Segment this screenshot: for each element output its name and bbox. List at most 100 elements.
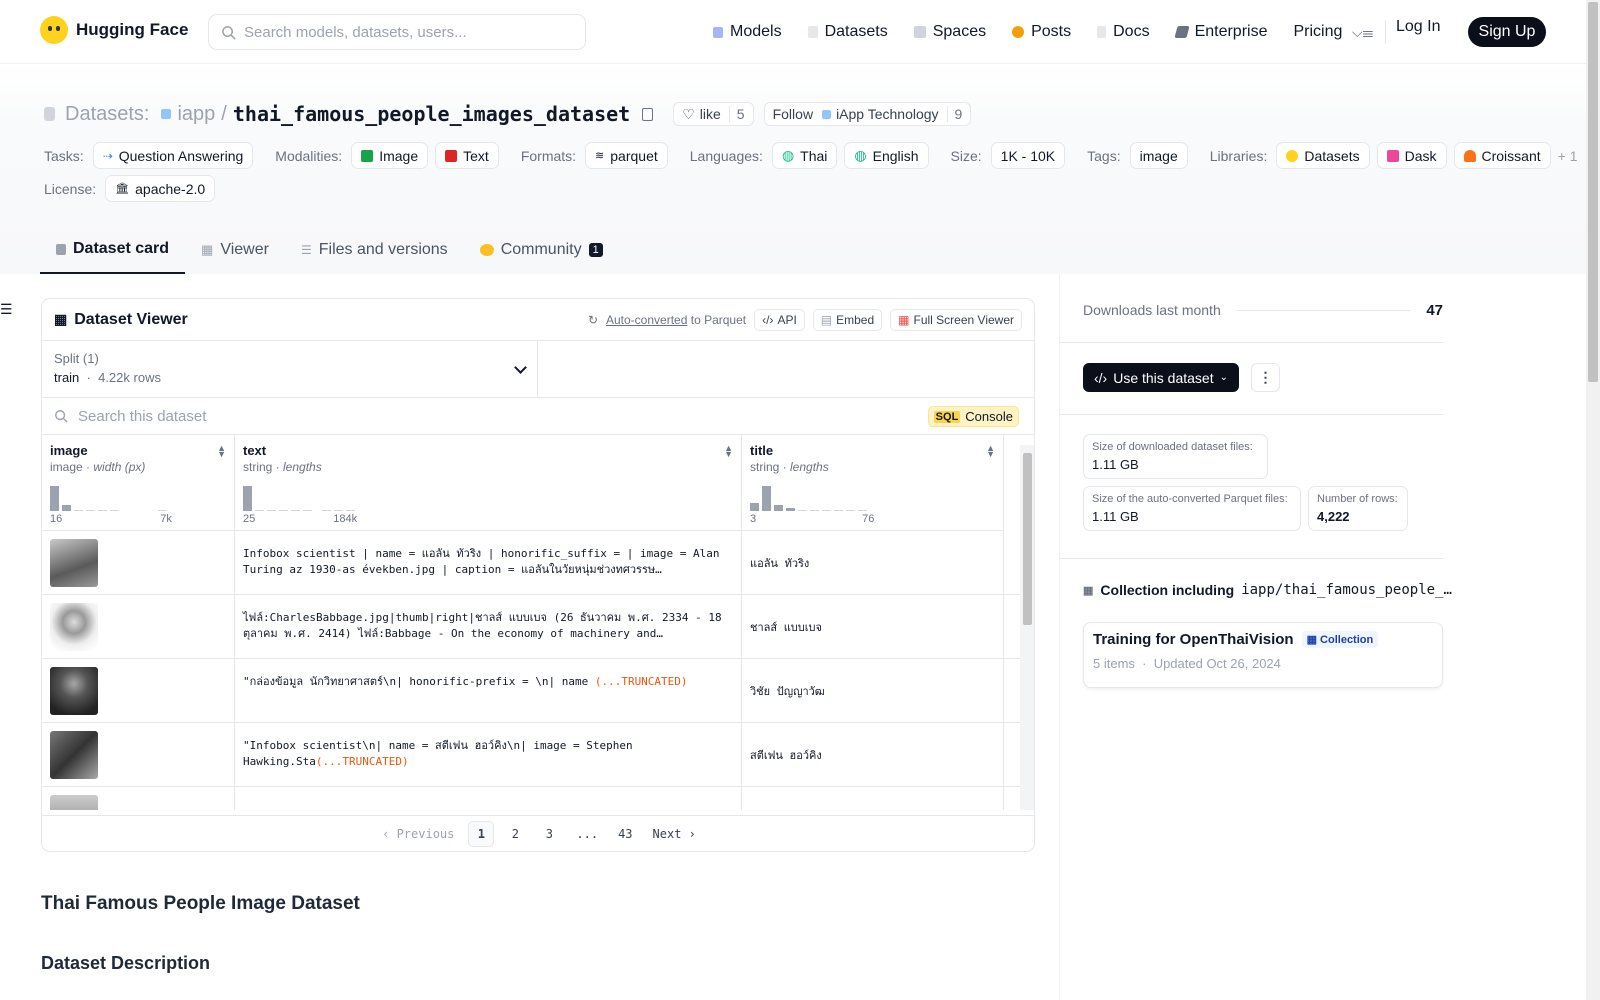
nav-enterprise[interactable]: Enterprise [1163, 23, 1281, 41]
text-cell[interactable]: "Infobox scientist\n| name = สตีเฟน ฮอว์… [235, 723, 742, 787]
owner-link[interactable]: iapp [177, 103, 215, 126]
page-3[interactable]: 3 [536, 821, 562, 847]
sort-icon[interactable]: ▲ ▼ [724, 444, 733, 459]
page-scrollbar[interactable] [1586, 0, 1600, 1000]
nav-posts[interactable]: Posts [999, 23, 1084, 41]
nav-docs[interactable]: Docs [1084, 23, 1162, 41]
tag-parquet[interactable]: ≋ parquet [585, 142, 668, 169]
pagination: ‹ Previous 1 2 3 ... 43 Next › [42, 815, 1034, 851]
text-cell[interactable]: ไฟล์:CharlesBabbage.jpg|thumb|right|ชาลส… [235, 595, 742, 659]
downloads-sparkline [1236, 309, 1411, 311]
like-button[interactable]: ♡ like 5 [673, 102, 754, 126]
collection-card[interactable]: Training for OpenThaiVision ▦ Collection … [1083, 622, 1443, 688]
person-photo-thumbnail[interactable] [50, 731, 98, 779]
person-photo-thumbnail[interactable] [50, 667, 98, 715]
cube-icon [56, 243, 66, 255]
size-parquet-box: Size of the auto-converted Parquet files… [1083, 486, 1301, 531]
repo-name[interactable]: thai_famous_people_images_dataset [233, 102, 630, 126]
global-search [208, 14, 586, 50]
tab-viewer[interactable]: ▦ Viewer [185, 226, 285, 274]
auto-converted-link[interactable]: Auto-converted [606, 313, 687, 327]
sql-console-button[interactable]: SQL Console [927, 406, 1019, 427]
tag-datasets-lib[interactable]: Datasets [1276, 142, 1370, 169]
person-photo-thumbnail[interactable] [50, 603, 98, 651]
previous-page-button[interactable]: ‹ Previous [376, 821, 460, 847]
tag-task[interactable]: ⇢ Question Answering [92, 142, 254, 169]
sort-icon[interactable]: ▲ ▼ [986, 444, 995, 459]
sort-icon[interactable]: ▲ ▼ [217, 444, 226, 459]
page-2[interactable]: 2 [502, 821, 528, 847]
tab-community[interactable]: Community 1 [464, 226, 619, 274]
copy-icon[interactable] [642, 107, 654, 121]
api-button[interactable]: ‹/› API [754, 308, 805, 331]
column-name: text [243, 443, 267, 458]
table-row[interactable]: "Infobox scientist\n| name = สตีเฟน ฮอว์… [42, 723, 1020, 787]
nav-pricing[interactable]: Pricing [1280, 23, 1355, 41]
tag-croissant[interactable]: Croissant [1453, 142, 1551, 169]
tag-label: Image [379, 147, 419, 164]
search-input[interactable] [244, 23, 574, 41]
text-cell[interactable]: Infobox scientist | name = แอลัน ทัวริง … [235, 531, 742, 595]
table-row[interactable]: "กล่องข้อมูล นักวิทยาศาสตร์\n| honorific… [42, 659, 1020, 723]
tag-label: Text [463, 147, 489, 164]
follow-button[interactable]: Follow iApp Technology 9 [763, 102, 972, 126]
dataset-search-input[interactable]: Search this dataset [78, 408, 206, 425]
size-label: Size: [950, 147, 982, 164]
follow-org: iApp Technology [836, 106, 939, 122]
database-icon [44, 107, 55, 121]
fullscreen-button[interactable]: ▦ Full Screen Viewer [890, 308, 1022, 331]
column-header-title[interactable]: title string · lengths 3 76 ▲ ▼ [742, 435, 1004, 531]
title-cell[interactable]: แอลัน ทัวริง [742, 531, 1004, 595]
downloads-label: Downloads last month [1083, 302, 1221, 318]
tag-text[interactable]: Text [435, 142, 499, 169]
embed-button[interactable]: ▤ Embed [812, 308, 883, 331]
title-cell[interactable]: วิชัย ปัญญาวัฒ [742, 659, 1004, 723]
section-label[interactable]: Datasets: [65, 103, 149, 126]
follow-count: 9 [946, 106, 962, 122]
nav-datasets[interactable]: Datasets [795, 23, 901, 41]
tag-label: Datasets [1304, 147, 1360, 164]
toc-toggle-icon[interactable]: ☰ [0, 301, 13, 318]
globe-icon: ◍ [781, 147, 795, 163]
title-cell[interactable]: ชาลส์ แบบเบจ [742, 595, 1004, 659]
person-photo-thumbnail[interactable] [50, 795, 98, 810]
nav-spaces[interactable]: Spaces [901, 23, 999, 41]
title-cell[interactable]: สตีเฟน ฮอว์คิง [742, 723, 1004, 787]
brand-logo[interactable]: Hugging Face [40, 16, 188, 44]
tag-license[interactable]: 🏛︎ apache-2.0 [105, 175, 216, 202]
nav-models[interactable]: Models [700, 23, 795, 41]
nav-label: Models [730, 23, 782, 40]
tag-thai[interactable]: ◍ Thai [771, 142, 838, 169]
tag-image-tag[interactable]: image [1129, 142, 1188, 169]
enterprise-icon [1173, 26, 1190, 38]
tag-english[interactable]: ◍ English [844, 142, 929, 169]
tab-files[interactable]: ☰ Files and versions [285, 226, 464, 274]
more-menu-icon[interactable]: ⌵☰ [1352, 24, 1373, 41]
downloads-stat: Downloads last month 47 [1083, 298, 1443, 322]
more-tags[interactable]: + 1 [1558, 148, 1578, 164]
more-options-button[interactable]: ⋮ [1251, 363, 1280, 392]
page-1[interactable]: 1 [468, 820, 495, 847]
column-header-text[interactable]: text string · lengths 25 184k ▲ ▼ [235, 435, 742, 531]
page-ellipsis: ... [576, 826, 599, 841]
tag-image[interactable]: Image [351, 142, 429, 169]
next-page-button[interactable]: Next › [647, 821, 702, 847]
table-scrollbar[interactable] [1020, 445, 1034, 810]
tag-dask[interactable]: Dask [1376, 142, 1447, 169]
like-count: 5 [728, 106, 745, 122]
use-dataset-button[interactable]: ‹/› Use this dataset ⌄ [1083, 363, 1239, 392]
signup-button[interactable]: Sign Up [1468, 17, 1546, 47]
table-row[interactable]: Infobox scientist | name = แอลัน ทัวริง … [42, 531, 1020, 595]
table-row[interactable]: ไฟล์:CharlesBabbage.jpg|thumb|right|ชาลส… [42, 595, 1020, 659]
table-row[interactable] [42, 787, 1020, 810]
text-cell[interactable]: "กล่องข้อมูล นักวิทยาศาสตร์\n| honorific… [235, 659, 742, 723]
community-icon [479, 244, 494, 256]
tag-size[interactable]: 1K - 10K [990, 142, 1066, 169]
login-button[interactable]: Log In [1396, 18, 1440, 36]
person-photo-thumbnail[interactable] [50, 539, 98, 587]
column-header-image[interactable]: image image · width (px) 16 7k ▲ ▼ [42, 435, 235, 531]
split-select[interactable]: Split (1) train · 4.22k rows [42, 341, 538, 397]
tab-dataset-card[interactable]: Dataset card [40, 226, 186, 274]
truncated-marker: (...TRUNCATED) [315, 755, 409, 768]
page-43[interactable]: 43 [612, 821, 638, 847]
